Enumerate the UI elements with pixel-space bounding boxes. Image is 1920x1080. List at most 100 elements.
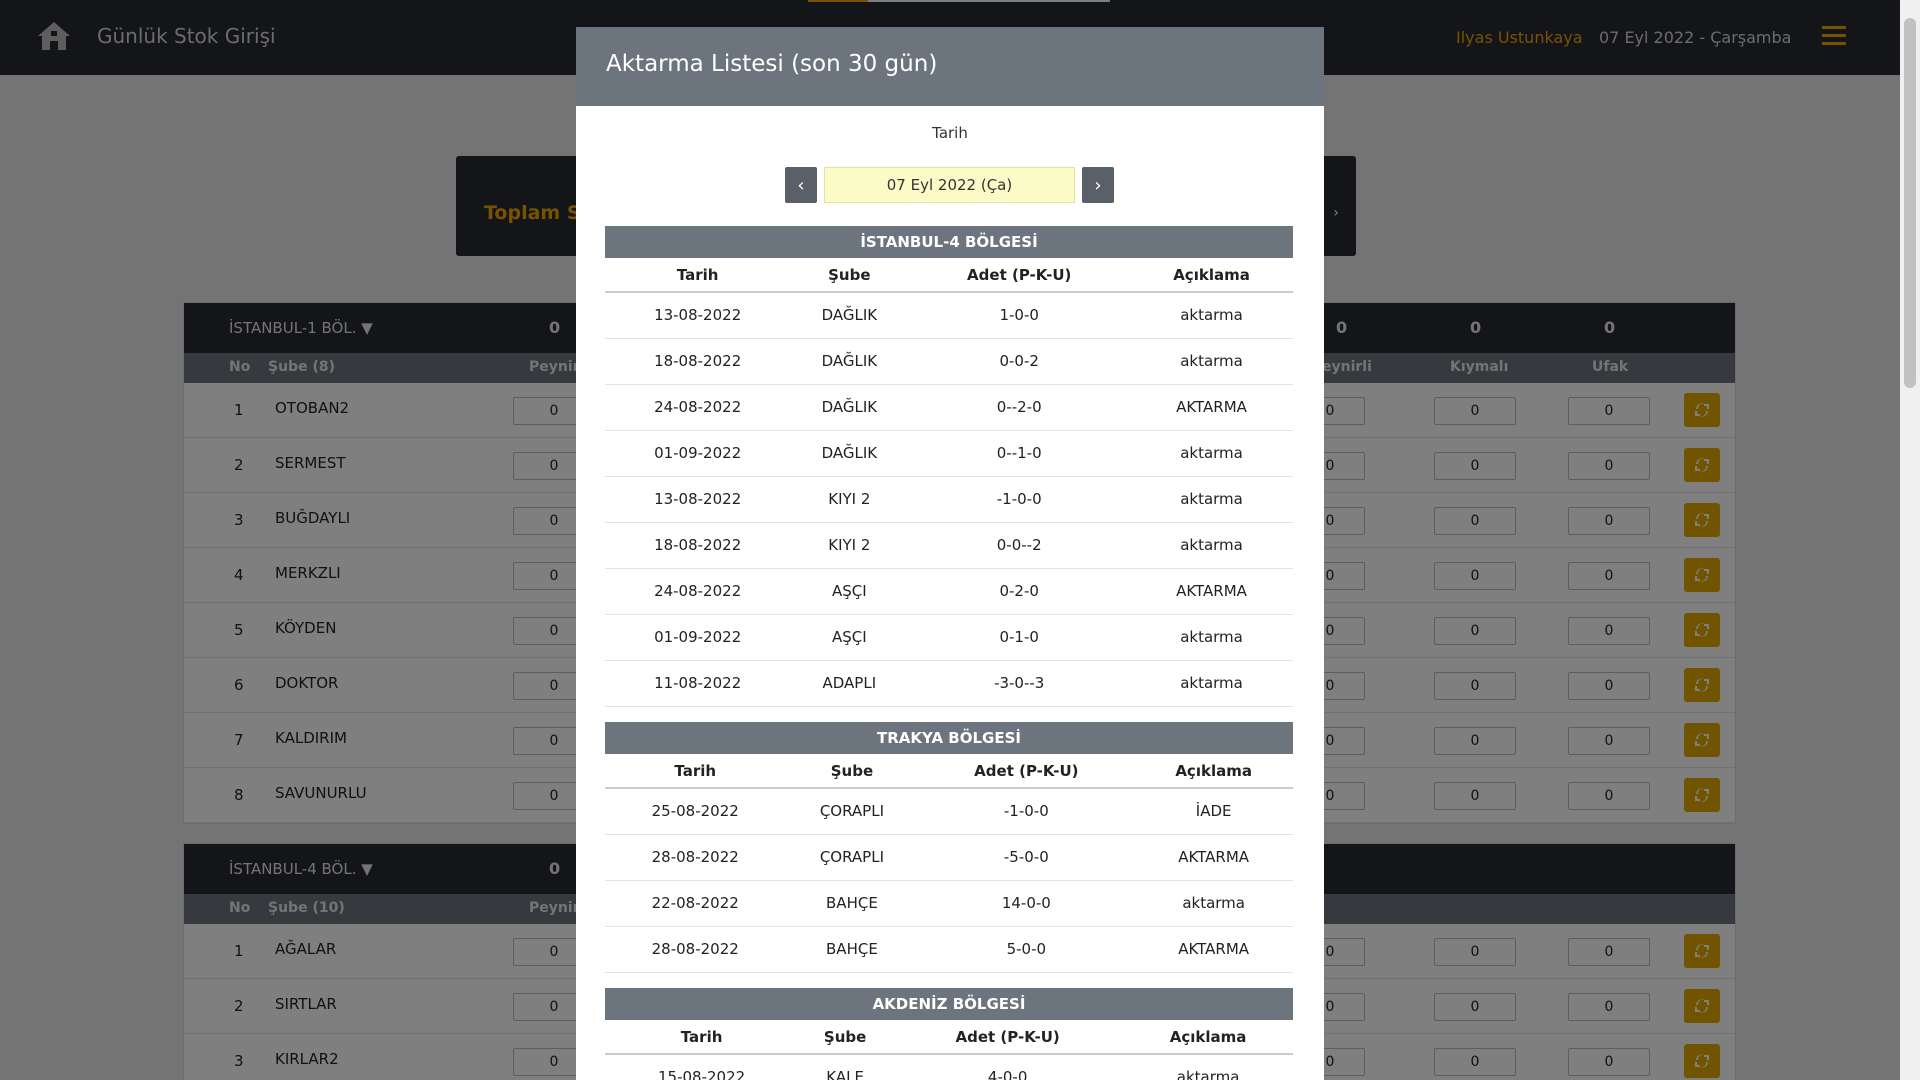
table-header-cell: Şube: [798, 1020, 893, 1055]
table-header-cell: Tarih: [605, 754, 786, 789]
next-date-button[interactable]: ›: [1082, 167, 1114, 203]
transfer-region: AKDENİZ BÖLGESİ Tarih Şube Adet (P-K-U) Açık…: [605, 988, 1293, 1080]
table-cell: AKTARMA: [1130, 568, 1293, 615]
table-row: 11-08-2022 ADAPLI -3-0--3 aktarma: [605, 660, 1293, 707]
table-row: 01-09-2022 DAĞLIK 0--1-0 aktarma: [605, 430, 1293, 477]
table-cell: 0-1-0: [908, 614, 1131, 661]
table-cell: aktarma: [1130, 614, 1293, 661]
table-cell: -1-0-0: [908, 476, 1131, 523]
table-cell: 15-08-2022: [605, 1054, 799, 1080]
table-cell: 11-08-2022: [605, 660, 791, 707]
table-cell: ÇORAPLI: [785, 834, 919, 881]
table-row: 18-08-2022 KIYI 2 0-0--2 aktarma: [605, 522, 1293, 569]
table-cell: AŞÇI: [790, 568, 909, 615]
table-cell: 18-08-2022: [605, 522, 791, 569]
table-cell: 28-08-2022: [605, 926, 786, 973]
table-cell: DAĞLIK: [790, 292, 909, 339]
table-row: 18-08-2022 DAĞLIK 0-0-2 aktarma: [605, 338, 1293, 385]
transfer-table: Tarih Şube Adet (P-K-U) Açıklama 15-08-2022 K…: [605, 1020, 1293, 1080]
table-cell: 13-08-2022: [605, 292, 791, 339]
table-row: 24-08-2022 AŞÇI 0-2-0 AKTARMA: [605, 568, 1293, 615]
table-header-cell: Açıklama: [1134, 754, 1293, 789]
table-row: 13-08-2022 KIYI 2 -1-0-0 aktarma: [605, 476, 1293, 523]
table-cell: AKTARMA: [1130, 384, 1293, 431]
table-cell: -3-0--3: [908, 660, 1131, 707]
table-cell: DAĞLIK: [790, 430, 909, 477]
table-header-cell: Açıklama: [1123, 1020, 1293, 1055]
table-header-cell: Açıklama: [1130, 258, 1293, 293]
table-header-cell: Adet (P-K-U): [892, 1020, 1124, 1055]
table-cell: KIYI 2: [790, 476, 909, 523]
table-cell: 13-08-2022: [605, 476, 791, 523]
table-cell: 18-08-2022: [605, 338, 791, 385]
table-cell: BAHÇE: [785, 880, 919, 927]
table-header-cell: Şube: [785, 754, 919, 789]
table-cell: 25-08-2022: [605, 788, 786, 835]
table-header-cell: Tarih: [605, 258, 791, 293]
table-cell: -5-0-0: [918, 834, 1135, 881]
table-cell: 0-0-2: [908, 338, 1131, 385]
table-cell: 01-09-2022: [605, 430, 791, 477]
table-cell: 0--1-0: [908, 430, 1131, 477]
transfer-region: TRAKYA BÖLGESİ Tarih Şube Adet (P-K-U) Açıkl…: [605, 722, 1293, 973]
table-cell: aktarma: [1130, 476, 1293, 523]
table-cell: AŞÇI: [790, 614, 909, 661]
table-row: 22-08-2022 BAHÇE 14-0-0 aktarma: [605, 880, 1293, 927]
table-cell: BAHÇE: [785, 926, 919, 973]
table-row: 15-08-2022 KALE 4-0-0 aktarma: [605, 1054, 1293, 1080]
table-cell: 4-0-0: [892, 1054, 1124, 1080]
region-title: TRAKYA BÖLGESİ: [605, 722, 1293, 754]
table-cell: 22-08-2022: [605, 880, 786, 927]
table-cell: 0-2-0: [908, 568, 1131, 615]
table-cell: aktarma: [1123, 1054, 1293, 1080]
table-cell: 0--2-0: [908, 384, 1131, 431]
table-cell: aktarma: [1130, 292, 1293, 339]
table-cell: İADE: [1134, 788, 1293, 835]
table-cell: 24-08-2022: [605, 384, 791, 431]
table-cell: AKTARMA: [1134, 834, 1293, 881]
table-header-cell: Şube: [790, 258, 909, 293]
table-cell: 5-0-0: [918, 926, 1135, 973]
modal-header: Aktarma Listesi (son 30 gün): [576, 27, 1324, 106]
table-cell: aktarma: [1130, 430, 1293, 477]
table-cell: 1-0-0: [908, 292, 1131, 339]
table-cell: DAĞLIK: [790, 338, 909, 385]
transfer-region: İSTANBUL-4 BÖLGESİ Tarih Şube Adet (P-K-U) A…: [605, 226, 1293, 707]
table-cell: 0-0--2: [908, 522, 1131, 569]
transfer-table: Tarih Şube Adet (P-K-U) Açıklama 13-08-2022 D…: [605, 258, 1293, 707]
region-title: AKDENİZ BÖLGESİ: [605, 988, 1293, 1020]
table-cell: 24-08-2022: [605, 568, 791, 615]
transfer-list-modal: Aktarma Listesi (son 30 gün) Tarih ‹ 07 …: [576, 27, 1324, 1080]
table-cell: 14-0-0: [918, 880, 1135, 927]
table-row: 28-08-2022 BAHÇE 5-0-0 AKTARMA: [605, 926, 1293, 973]
table-cell: DAĞLIK: [790, 384, 909, 431]
table-cell: aktarma: [1130, 660, 1293, 707]
table-cell: aktarma: [1134, 880, 1293, 927]
table-cell: ADAPLI: [790, 660, 909, 707]
region-title: İSTANBUL-4 BÖLGESİ: [605, 226, 1293, 258]
page-scrollbar[interactable]: [1900, 0, 1920, 1080]
date-label: Tarih: [932, 124, 968, 142]
table-cell: AKTARMA: [1134, 926, 1293, 973]
table-row: 25-08-2022 ÇORAPLI -1-0-0 İADE: [605, 788, 1293, 835]
date-picker-input[interactable]: 07 Eyl 2022 (Ça): [824, 167, 1075, 203]
table-row: 28-08-2022 ÇORAPLI -5-0-0 AKTARMA: [605, 834, 1293, 881]
table-header-cell: Adet (P-K-U): [908, 258, 1131, 293]
table-cell: aktarma: [1130, 522, 1293, 569]
table-row: 24-08-2022 DAĞLIK 0--2-0 AKTARMA: [605, 384, 1293, 431]
modal-title: Aktarma Listesi (son 30 gün): [606, 51, 938, 77]
previous-date-button[interactable]: ‹: [785, 167, 817, 203]
table-cell: -1-0-0: [918, 788, 1135, 835]
table-header-cell: Tarih: [605, 1020, 799, 1055]
table-row: 01-09-2022 AŞÇI 0-1-0 aktarma: [605, 614, 1293, 661]
table-cell: KIYI 2: [790, 522, 909, 569]
table-cell: KALE: [798, 1054, 893, 1080]
scrollbar-thumb[interactable]: [1904, 18, 1916, 388]
table-cell: ÇORAPLI: [785, 788, 919, 835]
table-row: 13-08-2022 DAĞLIK 1-0-0 aktarma: [605, 292, 1293, 339]
table-cell: 01-09-2022: [605, 614, 791, 661]
table-cell: 28-08-2022: [605, 834, 786, 881]
table-cell: aktarma: [1130, 338, 1293, 385]
table-header-cell: Adet (P-K-U): [918, 754, 1135, 789]
transfer-table: Tarih Şube Adet (P-K-U) Açıklama 25-08-2022 Ç…: [605, 754, 1293, 973]
